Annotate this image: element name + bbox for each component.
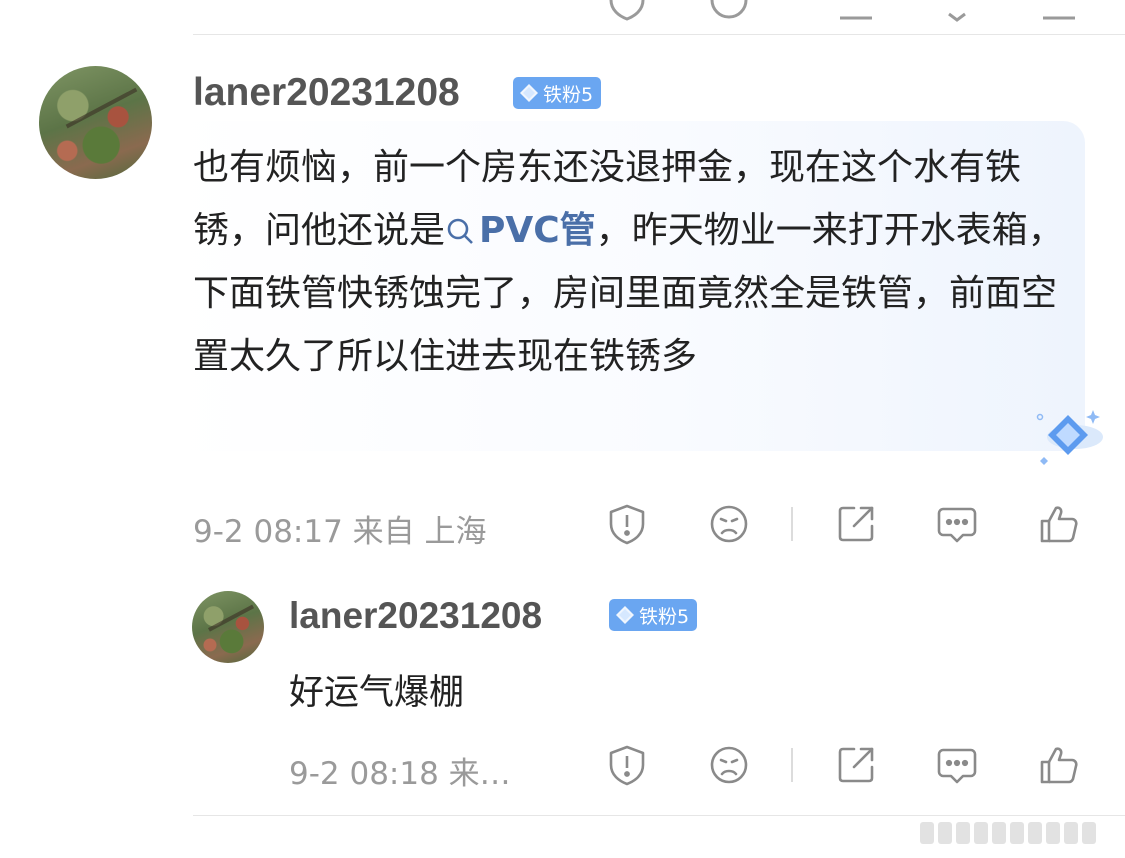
watermark: [920, 818, 1120, 848]
divider-bottom: [193, 815, 1125, 816]
like-icon[interactable]: [1037, 502, 1081, 546]
action-separator: [791, 507, 793, 541]
reply-text: 好运气爆棚: [289, 673, 465, 713]
fan-diamond-decoration-icon: [1036, 410, 1103, 465]
reply-share-icon[interactable]: [834, 743, 878, 787]
fan-badge-label: 铁粉5: [543, 83, 594, 106]
reply-like-icon[interactable]: [1037, 743, 1081, 787]
report-icon-cut[interactable]: [605, 0, 649, 22]
share-icon[interactable]: [834, 502, 878, 546]
reply-username[interactable]: laner20231208: [289, 595, 542, 637]
share-icon-cut[interactable]: [834, 0, 878, 22]
divider-top: [193, 34, 1125, 35]
reply-dislike-face-icon[interactable]: [707, 743, 751, 787]
reply-avatar[interactable]: [192, 591, 264, 663]
topic-link-label: PVC管: [479, 210, 596, 251]
diamond-icon: [616, 606, 634, 624]
reply-fan-badge-label: 铁粉5: [639, 605, 690, 628]
dislike-face-icon[interactable]: [707, 502, 751, 546]
like-icon-cut[interactable]: [1037, 0, 1081, 22]
reply-fan-badge[interactable]: 铁粉5: [609, 599, 698, 631]
comment-meta: 9-2 08:17 来自 上海: [193, 514, 487, 550]
report-icon[interactable]: [605, 502, 649, 546]
reply-action-separator: [791, 748, 793, 782]
topic-link[interactable]: PVC管: [445, 210, 596, 251]
search-icon: [447, 218, 473, 244]
avatar[interactable]: [39, 66, 152, 179]
comment-icon[interactable]: [935, 502, 979, 546]
dislike-face-icon-cut[interactable]: [707, 0, 751, 22]
reply-report-icon[interactable]: [605, 743, 649, 787]
username[interactable]: laner20231208: [193, 71, 460, 115]
fan-badge[interactable]: 铁粉5: [513, 77, 602, 109]
comment-text: 也有烦恼，前一个房东还没退押金，现在这个水有铁锈，问他还说是 PVC管，昨天物业一…: [193, 136, 1073, 388]
comment-icon-cut[interactable]: [935, 0, 979, 22]
reply-meta: 9-2 08:18 来…: [289, 756, 511, 792]
reply-comment-icon[interactable]: [935, 743, 979, 787]
diamond-icon: [520, 84, 538, 102]
